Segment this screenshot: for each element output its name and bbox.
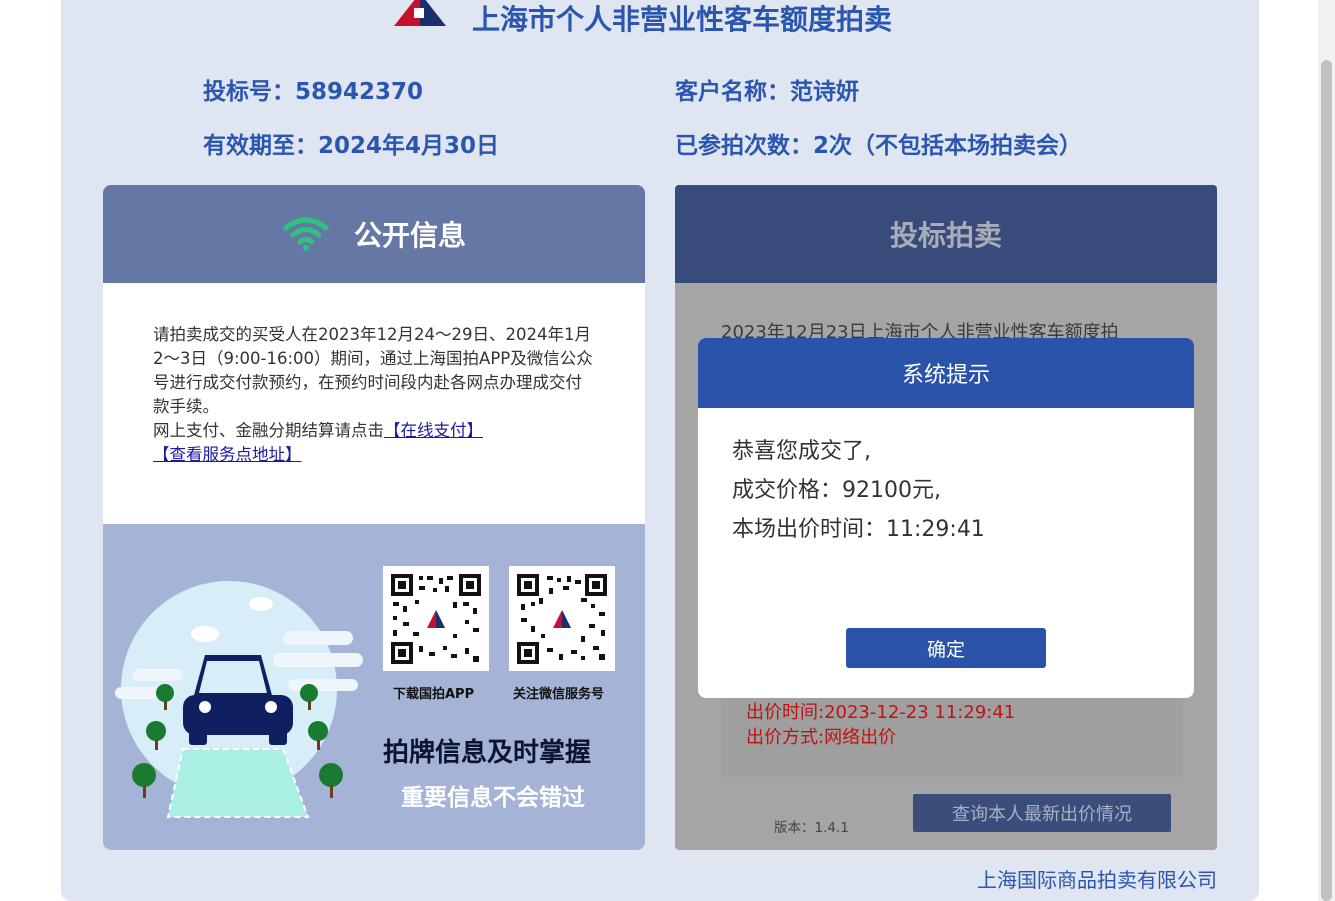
wifi-signal-icon (282, 216, 330, 252)
promo-banner: 下载国拍APP 关注微信服务号 拍牌信息及时掌握 重要信息不会错过 (103, 524, 645, 850)
dialog-line-time: 本场出价时间：11:29:41 (732, 517, 985, 542)
page-title: 上海市个人非营业性客车额度拍卖 (472, 3, 893, 36)
query-latest-bid-button[interactable]: 查询本人最新出价情况 (913, 794, 1171, 832)
customer-name: 客户名称：范诗妍 (675, 79, 859, 105)
bidding-title: 投标拍卖 (889, 219, 1002, 252)
dialog-line-success: 恭喜您成交了, (732, 439, 871, 464)
auction-logo-icon (390, 0, 446, 38)
qr-code-icon (509, 566, 615, 671)
public-info-title: 公开信息 (353, 219, 466, 252)
qr-wechat-label: 关注微信服务号 (513, 687, 605, 702)
system-alert-dialog: 系统提示 恭喜您成交了, 成交价格：92100元, 本场出价时间：11:29:4… (698, 338, 1194, 698)
bidding-header: 投标拍卖 (675, 185, 1217, 283)
public-info-header: 公开信息 (103, 185, 645, 283)
scrollbar-thumb[interactable] (1321, 60, 1332, 901)
online-payment-link[interactable]: 【在线支付】 (384, 421, 483, 440)
bid-time: 出价时间:2023-12-23 11:29:41 (746, 702, 1016, 723)
company-footer: 上海国际商品拍卖有限公司 (977, 868, 1217, 892)
public-info-card: 公开信息 请拍卖成交的买受人在2023年12月24～29日、2024年1月2～3… (103, 185, 645, 850)
version-label: 版本：1.4.1 (774, 820, 849, 836)
auction-count: 已参拍次数：2次（不包括本场拍卖会） (675, 133, 1083, 159)
slogan-main: 拍牌信息及时掌握 (383, 738, 592, 768)
slogan-sub: 重要信息不会错过 (401, 785, 585, 811)
qr-code-icon (383, 566, 489, 671)
payment-prefix: 网上支付、金融分期结算请点击 (153, 421, 384, 440)
bid-number: 投标号：58942370 (203, 79, 424, 105)
valid-until: 有效期至：2024年4月30日 (203, 133, 500, 159)
service-points-link[interactable]: 【查看服务点地址】 (153, 445, 302, 464)
dialog-body: 恭喜您成交了, 成交价格：92100元, 本场出价时间：11:29:41 (698, 408, 1194, 549)
qr-app-label: 下载国拍APP (393, 687, 475, 702)
dialog-title: 系统提示 (698, 338, 1194, 408)
dialog-line-price: 成交价格：92100元, (732, 478, 941, 503)
page-header: 上海市个人非营业性客车额度拍卖 (390, 0, 892, 38)
page-scrollbar[interactable] (1318, 0, 1335, 901)
car-road-illustration (115, 581, 363, 818)
payment-line: 网上支付、金融分期结算请点击【在线支付】 (153, 419, 595, 443)
notice-paragraph: 请拍卖成交的买受人在2023年12月24～29日、2024年1月2～3日（9:0… (153, 325, 593, 416)
confirm-button[interactable]: 确定 (846, 628, 1046, 668)
bid-method: 出价方式:网络出价 (746, 727, 897, 748)
notice-text-block: 请拍卖成交的买受人在2023年12月24～29日、2024年1月2～3日（9:0… (103, 283, 645, 467)
